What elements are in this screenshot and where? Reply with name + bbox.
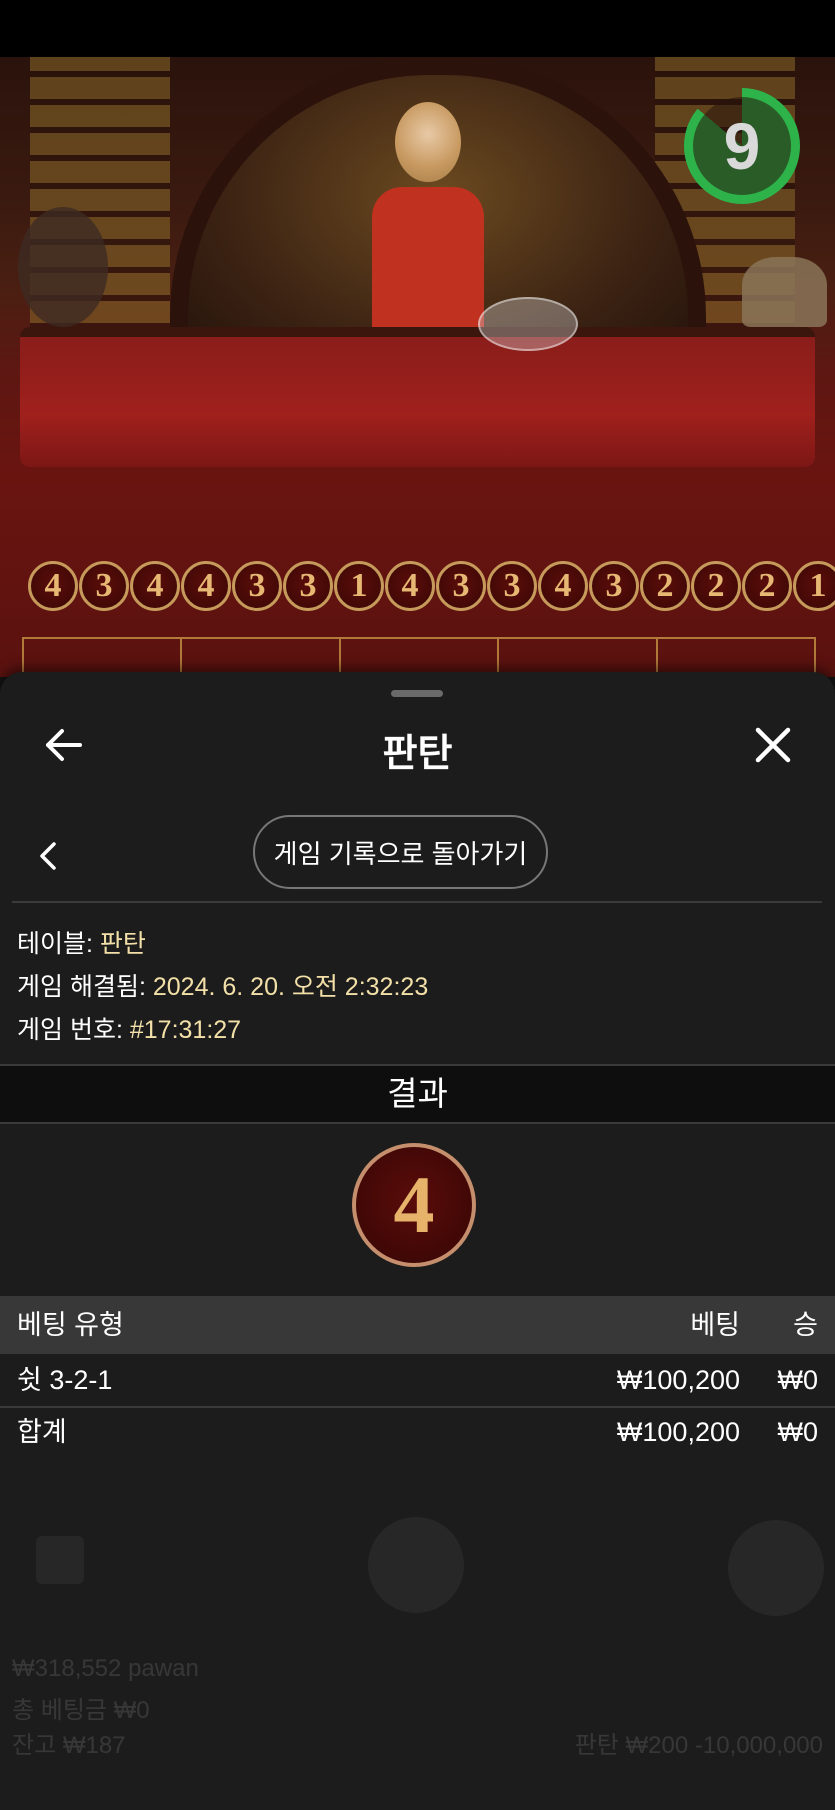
close-icon[interactable] <box>748 720 798 770</box>
countdown-value: 9 <box>693 97 791 195</box>
resolved-value: 2024. 6. 20. 오전 2:32:23 <box>152 973 429 1001</box>
balance-text: ₩318,552 pawan <box>12 1655 199 1682</box>
total-row: 합계 ₩100,200 ₩0 <box>0 1406 835 1458</box>
history-ball: 3 <box>232 561 282 611</box>
bead-bowl <box>478 297 578 351</box>
sheet-drag-handle[interactable] <box>391 690 443 697</box>
dragon-statue <box>742 257 827 327</box>
back-to-history-button[interactable]: 게임 기록으로 돌아가기 <box>253 815 548 889</box>
chevron-left-icon[interactable] <box>34 836 64 876</box>
history-ball: 4 <box>28 561 78 611</box>
row-win-amount: ₩0 <box>777 1365 819 1395</box>
history-ball: 3 <box>487 561 537 611</box>
header-bet: 베팅 <box>690 1310 740 1340</box>
history-ball: 4 <box>385 561 435 611</box>
header-win: 승 <box>793 1310 818 1340</box>
result-ball: 4 <box>352 1143 476 1267</box>
sheet-title: 판탄 <box>382 733 453 775</box>
history-ball: 3 <box>589 561 639 611</box>
total-win-amount: ₩0 <box>777 1417 819 1447</box>
history-ball: 3 <box>436 561 486 611</box>
history-ball: 4 <box>538 561 588 611</box>
remaining-balance-text: 잔고 ₩187 <box>12 1732 126 1759</box>
menu-icon <box>728 1520 824 1616</box>
history-ball: 1 <box>334 561 384 611</box>
table-label: 테이블: <box>17 930 93 958</box>
table-value: 판탄 <box>99 930 146 958</box>
result-heading: 결과 <box>0 1064 835 1124</box>
countdown-timer: 9 <box>684 88 800 204</box>
divider <box>12 901 822 903</box>
bonsai-decoration <box>18 207 108 327</box>
history-ball: 3 <box>79 561 129 611</box>
bet-limits-text: 판탄 ₩200 -10,000,000 <box>574 1732 823 1759</box>
header-bet-type: 베팅 유형 <box>17 1310 124 1340</box>
row-bet-type: 쉿 3-2-1 <box>17 1365 113 1395</box>
chip-button <box>368 1517 464 1613</box>
total-label: 합계 <box>17 1417 67 1447</box>
resolved-label: 게임 해결됨: <box>17 973 146 1001</box>
history-ball: 1 <box>793 561 835 611</box>
resolved-info-line: 게임 해결됨: 2024. 6. 20. 오전 2:32:23 <box>17 967 428 1003</box>
total-bet-amount: ₩100,200 <box>616 1417 740 1447</box>
history-ball: 3 <box>283 561 333 611</box>
history-ball: 2 <box>640 561 690 611</box>
row-bet-amount: ₩100,200 <box>616 1365 740 1395</box>
total-bet-text: 총 베팅금 ₩0 <box>12 1697 150 1724</box>
history-ball: 4 <box>130 561 180 611</box>
table-row: 쉿 3-2-1 ₩100,200 ₩0 <box>0 1354 835 1408</box>
bets-table-header: 베팅 유형 베팅 승 <box>0 1296 835 1354</box>
dealer-head <box>395 102 461 182</box>
status-bar <box>0 0 835 57</box>
history-ball: 2 <box>691 561 741 611</box>
game-number-value: #17:31:27 <box>129 1016 242 1044</box>
table-info-line: 테이블: 판탄 <box>17 924 146 960</box>
game-history-detail-sheet: 판탄 게임 기록으로 돌아가기 테이블: 판탄 게임 해결됨: 2024. 6.… <box>0 672 835 1810</box>
history-ball: 2 <box>742 561 792 611</box>
history-ball: 4 <box>181 561 231 611</box>
result-history-strip: 4 3 4 4 3 3 1 4 3 3 4 3 2 2 2 1 3 <box>28 561 835 621</box>
game-table <box>20 327 815 467</box>
grid-icon <box>36 1536 84 1584</box>
game-number-line: 게임 번호: #17:31:27 <box>17 1010 241 1046</box>
game-number-label: 게임 번호: <box>17 1016 123 1044</box>
